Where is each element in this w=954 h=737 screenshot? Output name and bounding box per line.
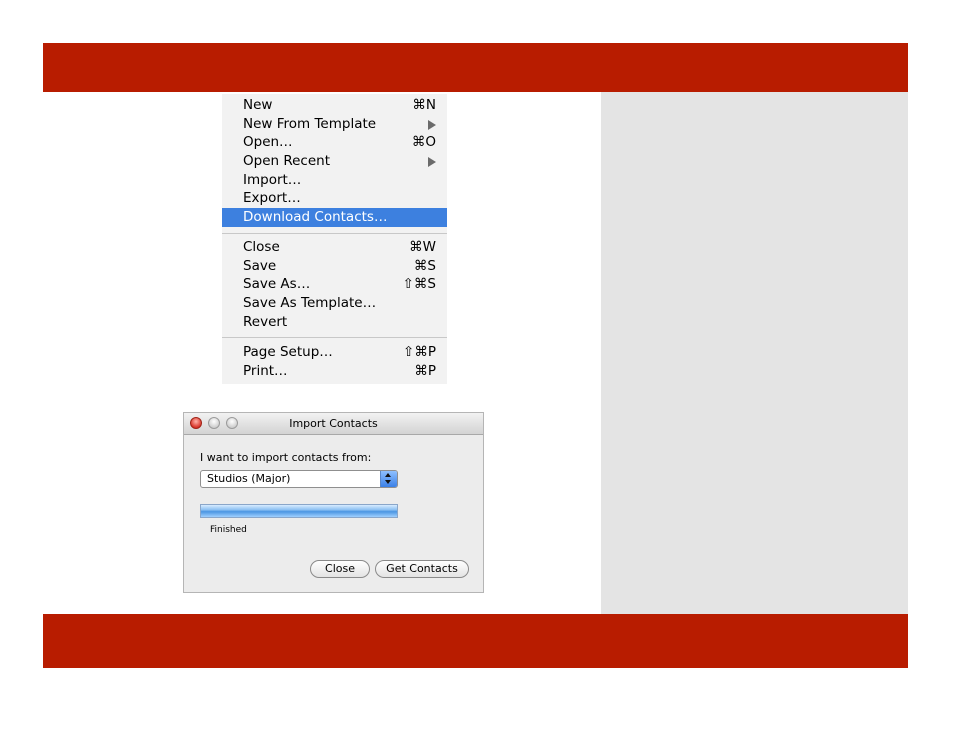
import-source-value: Studios (Major) [207, 472, 291, 485]
status-text: Finished [210, 525, 247, 535]
menu-item-label: New [243, 97, 273, 113]
menu-item-save-as[interactable]: Save As… ⇧⌘S [222, 275, 447, 294]
dialog-title: Import Contacts [289, 417, 378, 430]
menu-separator [222, 337, 447, 338]
menu-item-new[interactable]: New ⌘N [222, 96, 447, 115]
side-panel [601, 92, 908, 614]
stepper-down-arrow-icon [385, 480, 391, 484]
menu-item-new-from-template[interactable]: New From Template [222, 115, 447, 134]
menu-item-shortcut: ⌘W [409, 239, 436, 255]
footer-band [43, 614, 908, 668]
menu-item-shortcut: ⌘O [411, 134, 436, 150]
progress-bar-fill [201, 505, 397, 517]
menu-item-print[interactable]: Print… ⌘P [222, 362, 447, 381]
submenu-arrow-icon [428, 157, 436, 167]
menu-item-save[interactable]: Save ⌘S [222, 257, 447, 276]
menu-item-label: Print… [243, 363, 288, 379]
menu-item-shortcut: ⌘P [414, 363, 436, 379]
menu-separator [222, 233, 447, 234]
menu-item-import[interactable]: Import… [222, 171, 447, 190]
select-stepper-icon [380, 471, 397, 487]
menu-item-download-contacts[interactable]: Download Contacts… [222, 208, 447, 227]
menu-item-label: New From Template [243, 116, 377, 132]
get-contacts-button[interactable]: Get Contacts [375, 560, 469, 578]
menu-item-save-as-template[interactable]: Save As Template… [222, 294, 447, 313]
menu-item-shortcut: ⇧⌘S [402, 276, 436, 292]
menu-item-label: Download Contacts… [243, 209, 388, 225]
submenu-arrow-icon [428, 120, 436, 130]
import-source-label: I want to import contacts from: [200, 451, 372, 464]
import-contacts-dialog: Import Contacts I want to import contact… [183, 412, 484, 593]
menu-item-shortcut: ⌘S [413, 258, 436, 274]
menu-item-label: Save As… [243, 276, 311, 292]
menu-item-page-setup[interactable]: Page Setup… ⇧⌘P [222, 343, 447, 362]
close-button[interactable]: Close [310, 560, 370, 578]
header-band [43, 43, 908, 92]
menu-item-label: Page Setup… [243, 344, 333, 360]
menu-item-label: Close [243, 239, 280, 255]
menu-item-open[interactable]: Open… ⌘O [222, 133, 447, 152]
dialog-titlebar[interactable]: Import Contacts [184, 413, 483, 435]
menu-item-shortcut: ⌘N [412, 97, 436, 113]
menu-item-revert[interactable]: Revert [222, 313, 447, 332]
menu-item-label: Save [243, 258, 277, 274]
menu-item-label: Open… [243, 134, 293, 150]
progress-bar [200, 504, 398, 518]
menu-item-label: Export… [243, 190, 301, 206]
file-menu: New ⌘N New From Template Open… ⌘O Open R… [222, 94, 447, 384]
menu-item-label: Import… [243, 172, 302, 188]
menu-item-export[interactable]: Export… [222, 189, 447, 208]
menu-item-shortcut: ⇧⌘P [403, 344, 436, 360]
menu-item-label: Revert [243, 314, 288, 330]
menu-item-label: Save As Template… [243, 295, 377, 311]
import-source-select[interactable]: Studios (Major) [200, 470, 398, 488]
menu-item-close[interactable]: Close ⌘W [222, 238, 447, 257]
stepper-up-arrow-icon [385, 473, 391, 477]
menu-item-open-recent[interactable]: Open Recent [222, 152, 447, 171]
menu-item-label: Open Recent [243, 153, 331, 169]
